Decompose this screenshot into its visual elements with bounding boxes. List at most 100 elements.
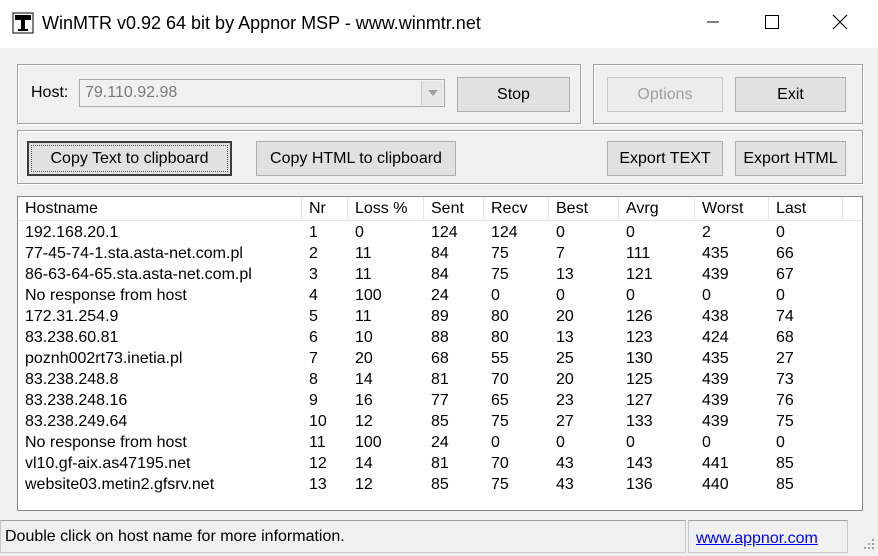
cell-loss: 11	[355, 245, 372, 262]
copy-text-button[interactable]: Copy Text to clipboard	[27, 141, 232, 176]
cell-nr: 13	[309, 476, 327, 493]
table-row[interactable]: vl10.gf-aix.as47195.net 12 14 81 70 43 143 441 8…	[18, 453, 862, 474]
cell-best: 20	[556, 371, 574, 388]
export-text-button[interactable]: Export TEXT	[607, 141, 723, 176]
cell-last: 76	[776, 392, 794, 409]
cell-nr: 11	[309, 434, 326, 451]
resize-grip-icon[interactable]	[860, 535, 876, 551]
column-header-best[interactable]: Best	[549, 197, 619, 221]
cell-hostname: website03.metin2.gfsrv.net	[25, 476, 215, 493]
cell-avrg: 111	[626, 245, 651, 262]
window-title: WinMTR v0.92 64 bit by Appnor MSP - www.…	[42, 13, 481, 33]
cell-nr: 8	[309, 371, 318, 388]
chevron-down-icon[interactable]	[421, 81, 443, 105]
cell-recv: 75	[491, 476, 509, 493]
cell-hostname: 172.31.254.9	[25, 308, 119, 325]
table-row[interactable]: 172.31.254.9 5 11 89 80 20 126 438 74	[18, 306, 862, 327]
cell-worst: 0	[702, 287, 711, 304]
cell-best: 20	[556, 308, 574, 325]
close-icon	[832, 14, 848, 35]
cell-recv: 124	[491, 224, 518, 241]
cell-hostname: No response from host	[25, 434, 187, 451]
cell-best: 25	[556, 350, 574, 367]
title-bar[interactable]: WinMTR v0.92 64 bit by Appnor MSP - www.…	[0, 0, 878, 48]
cell-nr: 4	[309, 287, 318, 304]
column-header-avrg[interactable]: Avrg	[619, 197, 695, 221]
cell-worst: 424	[702, 329, 729, 346]
cell-loss: 10	[355, 329, 373, 346]
cell-recv: 75	[491, 245, 509, 262]
cell-last: 0	[776, 434, 785, 451]
cell-loss: 12	[355, 413, 373, 430]
host-label: Host:	[31, 84, 69, 101]
close-button[interactable]	[810, 0, 870, 48]
cell-recv: 70	[491, 455, 509, 472]
host-combobox[interactable]: 79.110.92.98	[79, 79, 445, 107]
column-header-recv[interactable]: Recv	[484, 197, 549, 221]
table-row[interactable]: 83.238.248.16 9 16 77 65 23 127 439 76	[18, 390, 862, 411]
results-list[interactable]: Hostname Nr Loss % Sent Recv Best Avrg Worst Las…	[17, 196, 863, 511]
column-header-nr[interactable]: Nr	[302, 197, 348, 221]
cell-sent: 77	[431, 392, 449, 409]
exit-button[interactable]: Exit	[735, 77, 846, 112]
cell-recv: 75	[491, 413, 509, 430]
cell-nr: 9	[309, 392, 318, 409]
table-row[interactable]: No response from host 11 100 24 0 0 0 0 0	[18, 432, 862, 453]
table-row[interactable]: website03.metin2.gfsrv.net 13 12 85 75 43 136 4…	[18, 474, 862, 495]
cell-hostname: No response from host	[25, 287, 187, 304]
cell-hostname: vl10.gf-aix.as47195.net	[25, 455, 191, 472]
link-panel: www.appnor.com	[688, 520, 848, 553]
cell-last: 27	[776, 350, 794, 367]
cell-last: 0	[776, 287, 785, 304]
column-header-worst[interactable]: Worst	[695, 197, 769, 221]
table-row[interactable]: 77-45-74-1.sta.asta-net.com.pl 2 11 84 75 7 11…	[18, 243, 862, 264]
cell-loss: 14	[355, 455, 373, 472]
cell-worst: 441	[702, 455, 729, 472]
cell-last: 75	[776, 413, 794, 430]
cell-hostname: 77-45-74-1.sta.asta-net.com.pl	[25, 245, 243, 262]
table-row[interactable]: No response from host 4 100 24 0 0 0 0 0	[18, 285, 862, 306]
column-header-last[interactable]: Last	[769, 197, 843, 221]
cell-avrg: 121	[626, 266, 653, 283]
table-row[interactable]: poznh002rt73.inetia.pl 7 20 68 55 25 130 435 27	[18, 348, 862, 369]
cell-sent: 84	[431, 245, 449, 262]
cell-last: 85	[776, 455, 794, 472]
cell-recv: 65	[491, 392, 509, 409]
cell-sent: 124	[431, 224, 458, 241]
cell-last: 66	[776, 245, 794, 262]
cell-best: 0	[556, 287, 565, 304]
cell-nr: 7	[309, 350, 318, 367]
cell-sent: 68	[431, 350, 449, 367]
appnor-link[interactable]: www.appnor.com	[696, 530, 818, 548]
cell-avrg: 0	[626, 224, 635, 241]
table-row[interactable]: 192.168.20.1 1 0 124 124 0 0 2 0	[18, 222, 862, 243]
table-row[interactable]: 83.238.60.81 6 10 88 80 13 123 424 68	[18, 327, 862, 348]
table-row[interactable]: 83.238.248.8 8 14 81 70 20 125 439 73	[18, 369, 862, 390]
maximize-icon	[764, 14, 780, 35]
stop-button[interactable]: Stop	[457, 77, 570, 112]
cell-sent: 89	[431, 308, 449, 325]
export-html-button[interactable]: Export HTML	[735, 141, 846, 176]
minimize-icon	[706, 15, 720, 34]
cell-last: 68	[776, 329, 794, 346]
column-header-sent[interactable]: Sent	[424, 197, 484, 221]
column-header-loss[interactable]: Loss %	[348, 197, 424, 221]
maximize-button[interactable]	[742, 0, 802, 48]
cell-worst: 2	[702, 224, 711, 241]
cell-recv: 70	[491, 371, 509, 388]
table-row[interactable]: 86-63-64-65.sta.asta-net.com.pl 3 11 84 75 13…	[18, 264, 862, 285]
options-button[interactable]: Options	[607, 77, 723, 112]
copy-html-button[interactable]: Copy HTML to clipboard	[256, 141, 456, 176]
cell-recv: 80	[491, 308, 509, 325]
cell-best: 23	[556, 392, 574, 409]
cell-nr: 2	[309, 245, 318, 262]
cell-loss: 11	[355, 266, 372, 283]
cell-last: 73	[776, 371, 794, 388]
cell-nr: 12	[309, 455, 327, 472]
minimize-button[interactable]	[683, 0, 743, 48]
column-header-hostname[interactable]: Hostname	[18, 197, 302, 221]
cell-best: 0	[556, 434, 565, 451]
cell-hostname: poznh002rt73.inetia.pl	[25, 350, 183, 367]
table-row[interactable]: 83.238.249.64 10 12 85 75 27 133 439 75	[18, 411, 862, 432]
cell-hostname: 83.238.60.81	[25, 329, 119, 346]
